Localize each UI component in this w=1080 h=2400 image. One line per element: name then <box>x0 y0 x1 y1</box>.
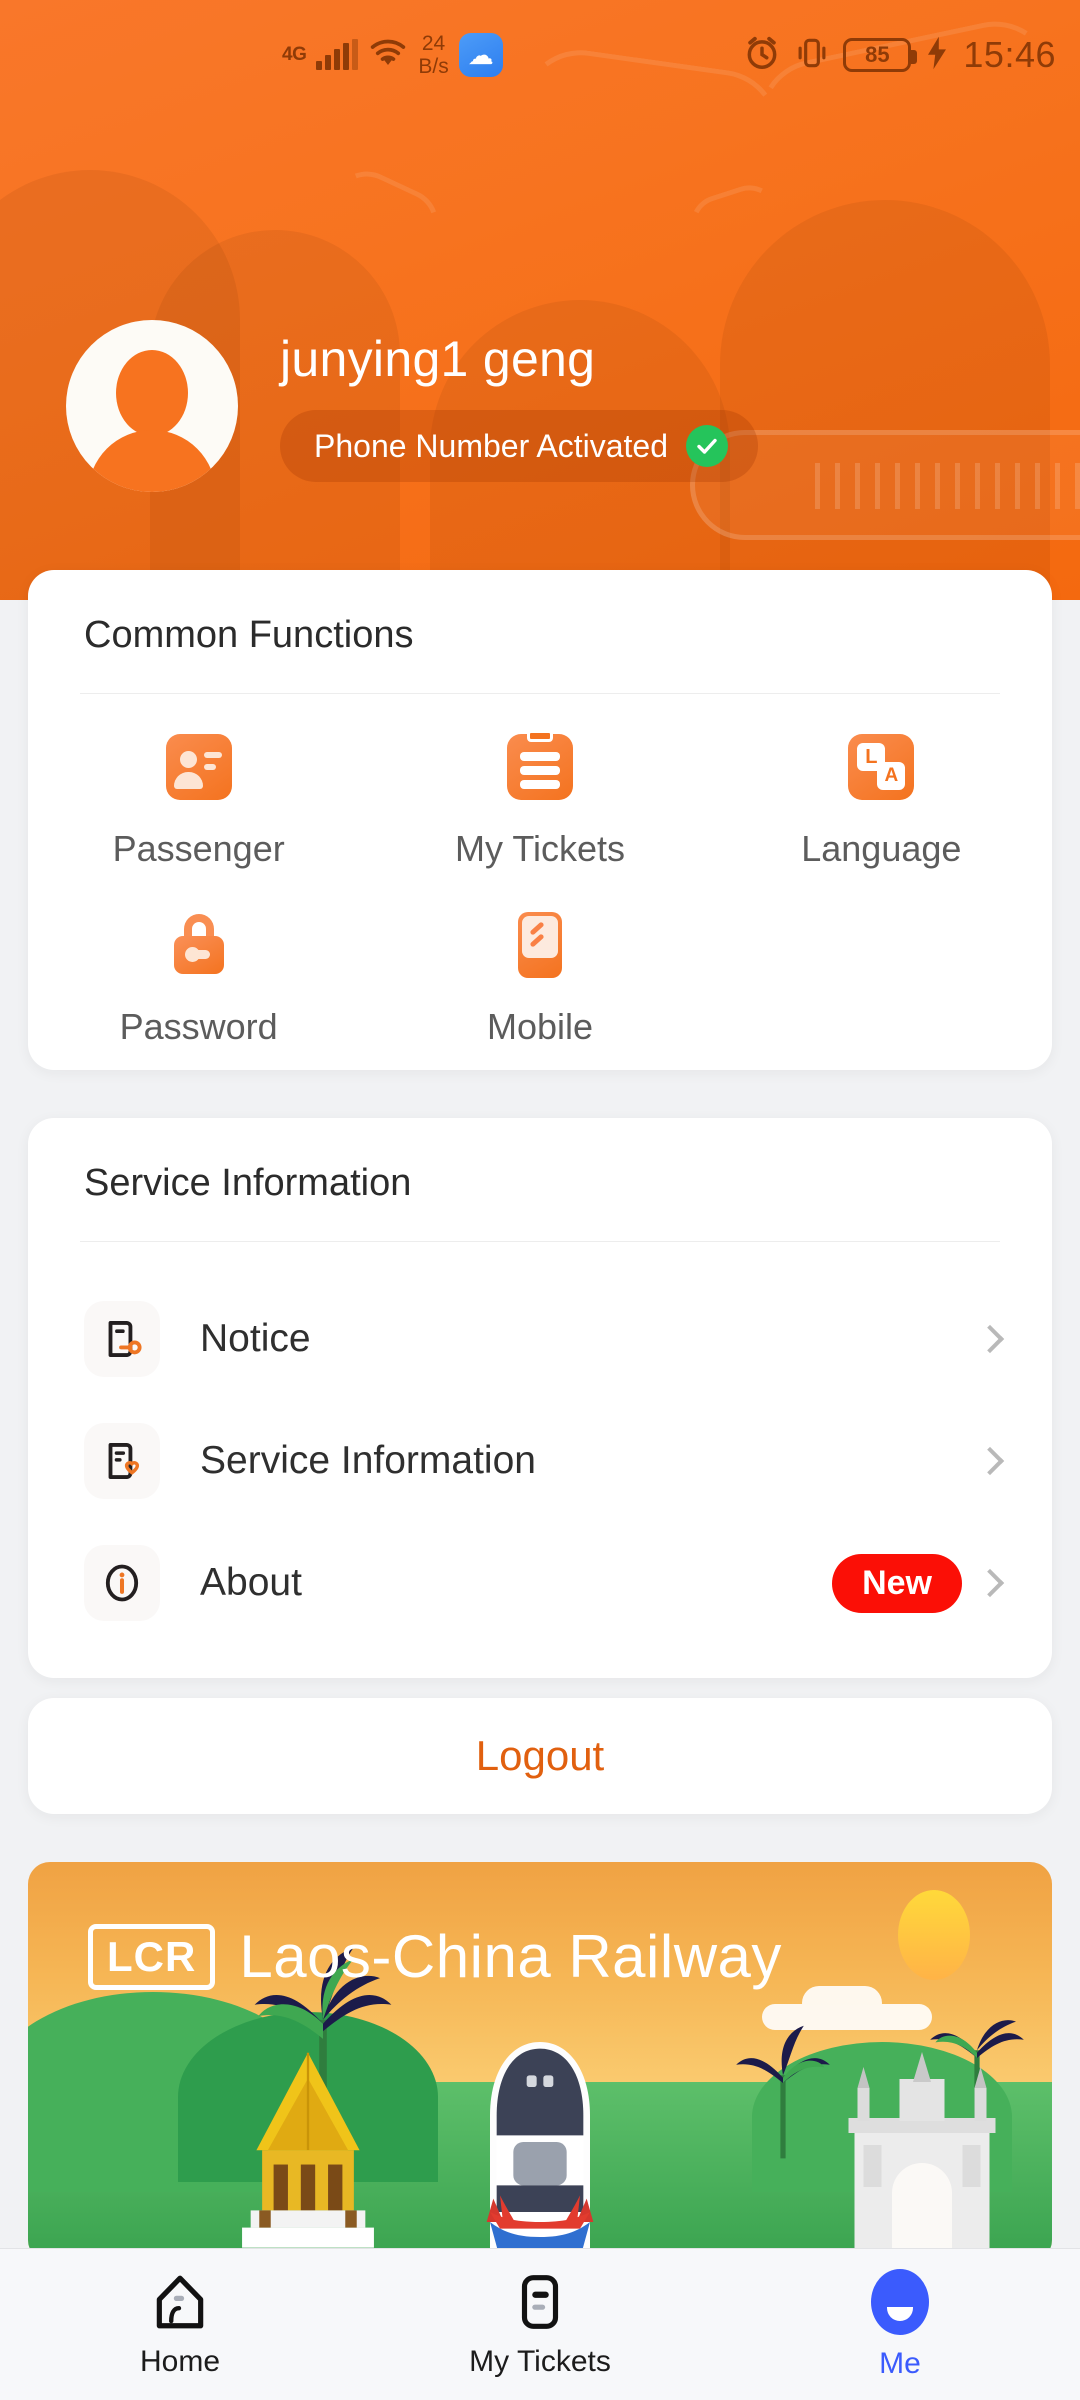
vibrate-icon <box>795 34 829 77</box>
common-functions-grid: Passenger My Tickets L A Language Passwo… <box>28 694 1052 1048</box>
banner-title: Laos-China Railway <box>239 1923 782 1990</box>
status-bar-left: 4G 24 B/s ☁ <box>282 32 503 78</box>
railway-banner[interactable]: LCR Laos-China Railway <box>28 1862 1052 2262</box>
status-badge-new: New <box>832 1553 962 1613</box>
function-language[interactable]: L A Language <box>711 734 1052 870</box>
network-type-label: 4G <box>282 44 307 65</box>
palm-tree-graphic <box>736 2025 830 2159</box>
function-empty-slot <box>711 912 1052 1048</box>
tab-label: My Tickets <box>469 2344 611 2378</box>
language-translate-icon: L A <box>848 734 915 800</box>
service-row-service-information[interactable]: Service Information <box>28 1400 1052 1522</box>
function-mobile[interactable]: Mobile <box>369 912 710 1048</box>
padlock-key-icon <box>166 912 232 978</box>
function-label: Password <box>119 1006 278 1047</box>
high-speed-train-graphic <box>486 2042 594 2262</box>
service-row-label: Notice <box>200 1317 311 1360</box>
function-label: Language <box>801 828 962 869</box>
service-row-notice[interactable]: Notice <box>28 1278 1052 1400</box>
profile-header: 4G 24 B/s ☁ 85 15:46 junying1 geng Phone… <box>0 0 1080 600</box>
clock-label: 15:46 <box>963 34 1056 75</box>
home-icon <box>156 2275 204 2328</box>
alarm-clock-icon <box>743 34 781 77</box>
bottom-tab-bar: Home My Tickets Me <box>0 2248 1080 2400</box>
status-bar-right: 85 15:46 <box>743 34 1056 77</box>
green-check-icon <box>685 425 728 467</box>
data-speed-unit: B/s <box>418 55 449 78</box>
chevron-right-icon <box>975 1568 1005 1598</box>
status-badge-label: Phone Number Activated <box>314 427 668 464</box>
language-letter-target: A <box>877 762 906 790</box>
divider <box>80 1241 1000 1242</box>
battery-level-label: 85 <box>865 42 890 67</box>
watermark-hill <box>720 200 1050 600</box>
wifi-icon <box>368 37 408 74</box>
mobile-phone-icon <box>507 912 573 978</box>
avatar[interactable] <box>66 320 238 492</box>
function-label: My Tickets <box>454 828 625 869</box>
notice-document-icon <box>84 1301 160 1377</box>
service-row-label: Service Information <box>200 1439 536 1482</box>
common-functions-title: Common Functions <box>84 614 414 656</box>
logout-button[interactable]: Logout <box>28 1698 1052 1814</box>
tab-label: Home <box>139 2344 221 2378</box>
chevron-right-icon <box>975 1324 1005 1354</box>
ticket-icon <box>521 2274 559 2329</box>
data-speed-indicator: 24 B/s <box>418 32 448 78</box>
cloud-app-icon: ☁ <box>458 33 503 77</box>
passenger-card-icon <box>165 734 232 800</box>
service-heart-icon <box>84 1423 160 1499</box>
function-password[interactable]: Password <box>28 912 369 1048</box>
lao-temple-graphic <box>242 2052 374 2248</box>
ticket-clipboard-icon <box>506 730 573 800</box>
logout-label: Logout <box>475 1732 605 1779</box>
app-screen: 4G 24 B/s ☁ 85 15:46 junying1 geng Phone… <box>0 0 1080 2400</box>
sun-graphic <box>898 1890 970 1980</box>
chevron-right-icon <box>975 1446 1005 1476</box>
tab-label: Me <box>879 2346 921 2380</box>
function-passenger[interactable]: Passenger <box>28 734 369 870</box>
profile-block[interactable]: junying1 geng Phone Number Activated <box>66 320 758 492</box>
service-information-card: Service Information Notice Service Infor… <box>28 1118 1052 1678</box>
avatar-body <box>88 430 216 492</box>
info-circle-icon <box>84 1545 160 1621</box>
avatar-head <box>116 350 188 436</box>
tab-home[interactable]: Home <box>0 2249 360 2400</box>
function-my-tickets[interactable]: My Tickets <box>369 730 710 870</box>
data-speed-value: 24 <box>421 32 446 55</box>
profile-icon <box>871 2268 929 2335</box>
tab-my-tickets[interactable]: My Tickets <box>360 2249 720 2400</box>
service-row-label: About <box>200 1561 302 1604</box>
profile-info: junying1 geng Phone Number Activated <box>280 330 758 482</box>
banner-header: LCR Laos-China Railway <box>88 1922 782 1991</box>
charging-bolt-icon <box>925 35 949 76</box>
lcr-logo: LCR <box>88 1923 216 1990</box>
battery-icon: 85 <box>843 38 918 72</box>
signal-bars-icon <box>316 39 359 70</box>
function-label: Passenger <box>112 828 285 869</box>
service-information-title: Service Information <box>84 1162 412 1204</box>
status-badge[interactable]: Phone Number Activated <box>280 410 758 482</box>
patuxai-arch-graphic <box>848 2052 996 2262</box>
service-row-about[interactable]: About New <box>28 1522 1052 1644</box>
status-bar: 4G 24 B/s ☁ 85 15:46 <box>0 0 1080 110</box>
username-label: junying1 geng <box>280 331 596 387</box>
function-label: Mobile <box>486 1006 594 1047</box>
common-functions-card: Common Functions Passenger My Tickets L … <box>28 570 1052 1070</box>
tab-me[interactable]: Me <box>720 2249 1080 2400</box>
